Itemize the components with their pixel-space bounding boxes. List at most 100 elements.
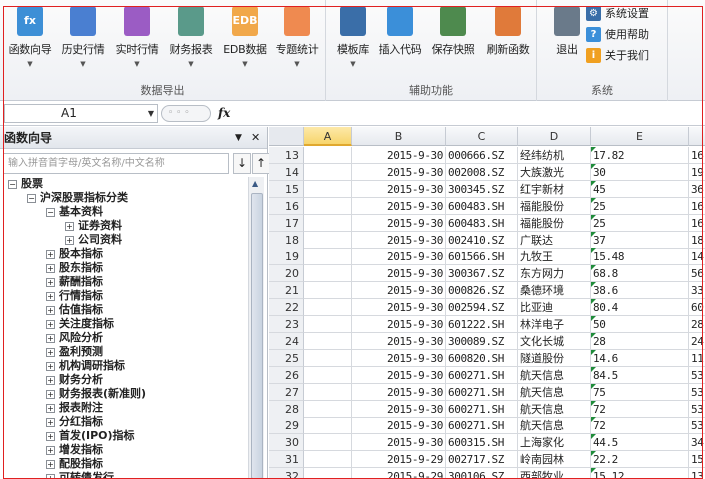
row-header[interactable]: 21 <box>269 282 304 300</box>
tree-item[interactable]: + 配股指标 <box>4 457 244 471</box>
expand-icon[interactable]: + <box>46 418 55 427</box>
cell-d[interactable]: 航天信息 <box>518 417 591 435</box>
row-header[interactable]: 29 <box>269 417 304 435</box>
tree-item[interactable]: + 报表附注 <box>4 401 244 415</box>
tree-item[interactable]: + 估值指标 <box>4 303 244 317</box>
cell-f[interactable]: 53 <box>689 401 705 418</box>
tree-item[interactable]: + 财务分析 <box>4 373 244 387</box>
cell-a[interactable] <box>304 400 352 418</box>
cell-f[interactable]: 16 <box>689 198 705 215</box>
cell-a[interactable] <box>304 366 352 384</box>
cell-b[interactable]: 2015-9-30 <box>352 383 446 401</box>
row-header[interactable]: 31 <box>269 451 304 469</box>
cell-a[interactable] <box>304 349 352 367</box>
tree-item[interactable]: + 证券资料 <box>4 219 244 233</box>
cell-f[interactable]: 24 <box>689 333 705 350</box>
cell-f[interactable]: 14 <box>689 248 705 266</box>
cell-e[interactable]: 30 <box>591 163 689 181</box>
collapse-icon[interactable]: − <box>27 194 36 203</box>
cell-a[interactable] <box>304 231 352 249</box>
expand-icon[interactable]: + <box>46 432 55 441</box>
cell-f[interactable]: 28 <box>689 316 705 333</box>
expand-icon[interactable]: + <box>46 250 55 259</box>
cell-f[interactable]: 53 <box>689 417 705 435</box>
cell-d[interactable]: 比亚迪 <box>518 299 591 317</box>
cell-e[interactable]: 37 <box>591 231 689 249</box>
cell-c[interactable]: 002008.SZ <box>446 163 518 181</box>
cell-b[interactable]: 2015-9-30 <box>352 400 446 418</box>
tree-item[interactable]: + 薪酬指标 <box>4 275 244 289</box>
cell-b[interactable]: 2015-9-30 <box>352 299 446 317</box>
cell-d[interactable]: 九牧王 <box>518 248 591 266</box>
expand-icon[interactable]: + <box>46 348 55 357</box>
collapse-icon[interactable]: − <box>8 180 17 189</box>
scroll-up-icon[interactable]: ▲ <box>252 179 258 188</box>
expand-icon[interactable]: + <box>46 306 55 315</box>
cell-e[interactable]: 84.5 <box>591 366 689 384</box>
cell-f[interactable]: 11 <box>689 350 705 367</box>
tree-item[interactable]: + 股东指标 <box>4 261 244 275</box>
row-header[interactable]: 28 <box>269 400 304 418</box>
column-header[interactable]: C <box>446 127 518 146</box>
cell-e[interactable]: 38.6 <box>591 282 689 300</box>
row-header[interactable]: 18 <box>269 231 304 249</box>
column-header[interactable]: A <box>304 127 352 146</box>
row-header[interactable]: 22 <box>269 299 304 317</box>
cell-f[interactable]: 53 <box>689 384 705 401</box>
expand-icon[interactable]: + <box>46 292 55 301</box>
cell-e[interactable]: 50 <box>591 316 689 333</box>
expand-icon[interactable]: + <box>46 278 55 287</box>
cell-a[interactable] <box>304 316 352 333</box>
cell-b[interactable]: 2015-9-30 <box>352 332 446 350</box>
cell-d[interactable]: 经纬纺机 <box>518 147 591 164</box>
row-header[interactable]: 15 <box>269 180 304 198</box>
system-button-1[interactable]: ? 使用帮助 <box>586 24 649 44</box>
cell-e[interactable]: 22.2 <box>591 451 689 469</box>
tree-item[interactable]: + 风险分析 <box>4 331 244 345</box>
row-header[interactable]: 16 <box>269 197 304 215</box>
expand-icon[interactable]: + <box>65 222 74 231</box>
cell-c[interactable]: 300089.SZ <box>446 332 518 350</box>
cell-f[interactable]: 18 <box>689 232 705 249</box>
cell-d[interactable]: 文化长城 <box>518 332 591 350</box>
cell-e[interactable]: 44.5 <box>591 434 689 452</box>
cell-a[interactable] <box>304 468 352 479</box>
cell-a[interactable] <box>304 163 352 181</box>
tree-item[interactable]: − 沪深股票指标分类 <box>4 191 244 205</box>
ribbon-button-6[interactable]: 模板库 ▼ <box>326 4 380 70</box>
tree-item[interactable]: + 首发(IPO)指标 <box>4 429 244 443</box>
cell-f[interactable]: 15 <box>689 451 705 469</box>
expand-icon[interactable]: + <box>46 404 55 413</box>
cell-a[interactable] <box>304 180 352 198</box>
cell-b[interactable]: 2015-9-30 <box>352 434 446 452</box>
cell-b[interactable]: 2015-9-30 <box>352 197 446 215</box>
cell-f[interactable]: 13 <box>689 468 705 479</box>
chevron-down-icon[interactable]: ▼ <box>148 105 154 122</box>
cell-d[interactable]: 广联达 <box>518 231 591 249</box>
cell-b[interactable]: 2015-9-30 <box>352 163 446 181</box>
cell-a[interactable] <box>304 434 352 452</box>
select-all-corner[interactable] <box>269 127 304 146</box>
cell-c[interactable]: 601222.SH <box>446 316 518 333</box>
cell-e[interactable]: 80.4 <box>591 299 689 317</box>
ribbon-button-8[interactable]: 保存快照 <box>426 4 480 70</box>
row-header[interactable]: 26 <box>269 366 304 384</box>
cell-f[interactable]: 16 <box>689 147 705 164</box>
cell-d[interactable]: 岭南园林 <box>518 451 591 469</box>
cell-c[interactable]: 300367.SZ <box>446 265 518 283</box>
cell-b[interactable]: 2015-9-30 <box>352 180 446 198</box>
cell-a[interactable] <box>304 332 352 350</box>
cell-c[interactable]: 600271.SH <box>446 366 518 384</box>
tree-item[interactable]: + 公司资料 <box>4 233 244 247</box>
column-header[interactable]: E <box>591 127 689 146</box>
cell-d[interactable]: 林洋电子 <box>518 316 591 333</box>
formula-bar-resize-handle[interactable]: ◦ ◦ ◦ <box>161 105 211 122</box>
cell-d[interactable]: 隧道股份 <box>518 349 591 367</box>
column-header[interactable]: D <box>518 127 591 146</box>
cell-b[interactable]: 2015-9-30 <box>352 366 446 384</box>
cell-d[interactable]: 航天信息 <box>518 400 591 418</box>
expand-icon[interactable]: + <box>46 390 55 399</box>
cell-c[interactable]: 600483.SH <box>446 197 518 215</box>
insert-function-icon[interactable]: fx <box>218 106 230 120</box>
cell-d[interactable]: 红宇新材 <box>518 180 591 198</box>
